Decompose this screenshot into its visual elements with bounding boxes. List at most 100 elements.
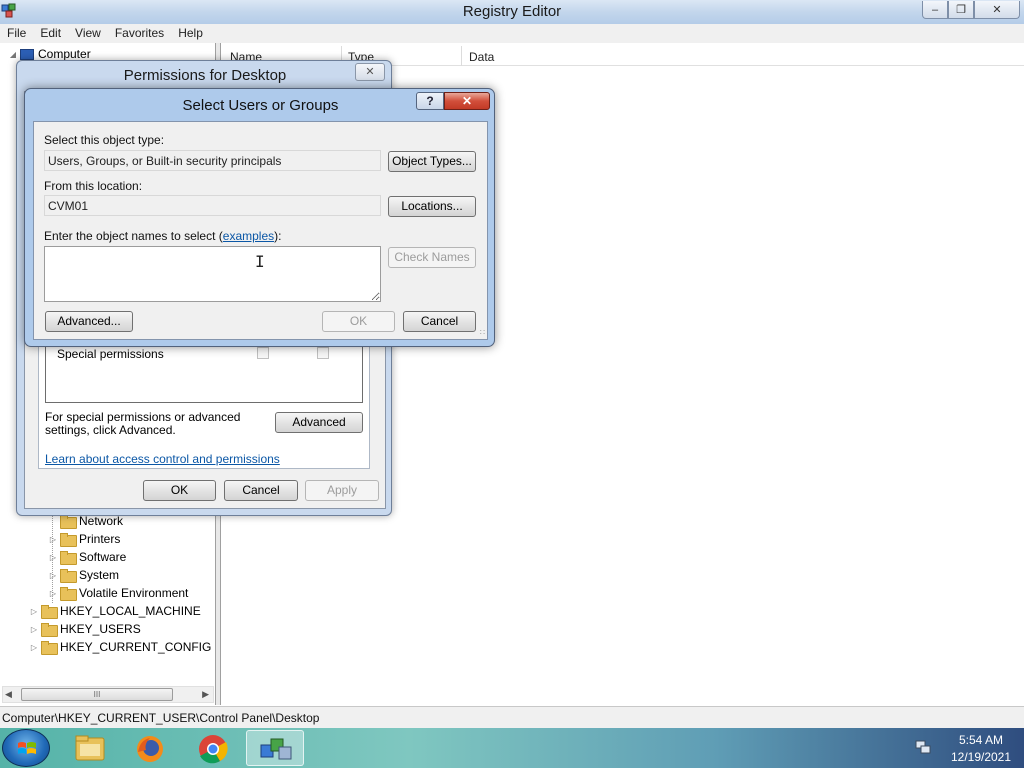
- expand-arrow-icon[interactable]: ▷: [29, 643, 39, 652]
- tree-item-label: HKEY_CURRENT_CONFIG: [60, 640, 212, 654]
- menu-favorites[interactable]: Favorites: [108, 24, 171, 43]
- learn-access-control-link[interactable]: Learn about access control and permissio…: [45, 452, 280, 466]
- collapse-arrow-icon[interactable]: ◢: [8, 50, 18, 59]
- folder-icon: [60, 515, 77, 529]
- taskbar-file-explorer[interactable]: [60, 730, 118, 766]
- taskbar-registry-editor[interactable]: [246, 730, 304, 766]
- close-button[interactable]: ✕: [974, 1, 1020, 19]
- resize-grip-icon[interactable]: ∷: [480, 328, 485, 337]
- expand-arrow-icon[interactable]: ▷: [48, 571, 58, 580]
- status-bar: Computer\HKEY_CURRENT_USER\Control Panel…: [0, 706, 1024, 728]
- clock-time[interactable]: 5:54 AM: [945, 733, 1017, 747]
- expand-arrow-icon[interactable]: ▷: [48, 553, 58, 562]
- text-cursor-icon: I: [255, 252, 265, 271]
- status-path: Computer\HKEY_CURRENT_USER\Control Panel…: [2, 711, 320, 725]
- folder-icon: [60, 551, 77, 565]
- expand-arrow-icon[interactable]: ▷: [29, 625, 39, 634]
- restore-icon: ❐: [956, 4, 966, 16]
- tree-item-label: System: [79, 568, 120, 582]
- object-names-input[interactable]: [44, 246, 381, 302]
- folder-icon: [60, 569, 77, 583]
- expand-arrow-icon[interactable]: ▷: [48, 535, 58, 544]
- select-dialog-body: Select this object type: Users, Groups, …: [33, 121, 488, 340]
- close-icon: ✕: [365, 66, 375, 78]
- minimize-button[interactable]: –: [922, 1, 948, 19]
- scroll-left-icon[interactable]: ◀: [5, 689, 12, 700]
- file-explorer-icon: [75, 735, 105, 761]
- permissions-cancel-button[interactable]: Cancel: [224, 480, 298, 501]
- location-label: From this location:: [44, 179, 143, 193]
- special-permissions-label: Special permissions: [57, 347, 164, 361]
- tree-item-software[interactable]: ▷ Software: [48, 548, 126, 566]
- tree-item-label: Network: [79, 514, 124, 528]
- permissions-ok-button[interactable]: OK: [143, 480, 216, 501]
- select-ok-button[interactable]: OK: [322, 311, 395, 332]
- tree-item-printers[interactable]: ▷ Printers: [48, 530, 120, 548]
- permissions-apply-button[interactable]: Apply: [305, 480, 379, 501]
- tree-item-label: HKEY_USERS: [60, 622, 141, 636]
- tree-item-system[interactable]: ▷ System: [48, 566, 119, 584]
- help-button[interactable]: ?: [416, 92, 444, 110]
- check-names-button[interactable]: Check Names: [388, 247, 476, 268]
- object-names-label: Enter the object names to select (exampl…: [44, 229, 282, 243]
- tree-item-label: HKEY_LOCAL_MACHINE: [60, 604, 201, 618]
- tree-item-volatile-environment[interactable]: ▷ Volatile Environment: [48, 584, 188, 602]
- taskbar: 5:54 AM 12/19/2021: [0, 728, 1024, 768]
- firefox-icon: [137, 736, 163, 762]
- select-users-dialog: Select Users or Groups ? ✕ Select this o…: [24, 88, 495, 347]
- advanced-note: For special permissions or advanced sett…: [45, 410, 241, 437]
- scrollbar-thumb[interactable]: III: [21, 688, 173, 701]
- menu-help[interactable]: Help: [171, 24, 210, 43]
- locations-button[interactable]: Locations...: [388, 196, 476, 217]
- chrome-icon: [199, 735, 228, 764]
- menu-edit[interactable]: Edit: [33, 24, 68, 43]
- start-button[interactable]: [2, 729, 50, 767]
- expand-arrow-icon[interactable]: ▷: [48, 589, 58, 598]
- menu-bar: File Edit View Favorites Help: [0, 24, 1024, 43]
- network-icon[interactable]: [915, 740, 931, 754]
- folder-icon: [60, 533, 77, 547]
- menu-file[interactable]: File: [0, 24, 33, 43]
- close-icon: ✕: [461, 94, 473, 108]
- tree-item-label: Volatile Environment: [79, 586, 189, 600]
- tree-item-hkey-local-machine[interactable]: ▷ HKEY_LOCAL_MACHINE: [29, 602, 201, 620]
- help-icon: ?: [426, 94, 434, 108]
- taskbar-chrome[interactable]: [184, 730, 242, 766]
- folder-icon: [41, 623, 58, 637]
- tree-item-hkey-users[interactable]: ▷ HKEY_USERS: [29, 620, 141, 638]
- expand-arrow-icon[interactable]: ▷: [29, 607, 39, 616]
- registry-editor-icon: [260, 738, 292, 760]
- scroll-right-icon[interactable]: ▶: [202, 689, 209, 700]
- menu-view[interactable]: View: [68, 24, 108, 43]
- window-title: Registry Editor: [462, 3, 562, 20]
- examples-link[interactable]: examples: [223, 229, 274, 243]
- folder-icon: [60, 587, 77, 601]
- object-type-label: Select this object type:: [44, 133, 165, 147]
- tree-item-label: Printers: [79, 532, 121, 546]
- column-header-data[interactable]: Data: [469, 50, 494, 64]
- select-close-button[interactable]: ✕: [444, 92, 490, 110]
- select-cancel-button[interactable]: Cancel: [403, 311, 476, 332]
- object-types-button[interactable]: Object Types...: [388, 151, 476, 172]
- tree-horizontal-scrollbar[interactable]: ◀ III ▶: [2, 686, 214, 703]
- restore-button[interactable]: ❐: [948, 1, 974, 19]
- location-field: CVM01: [44, 195, 381, 216]
- tree-item-label: Computer: [38, 47, 91, 61]
- select-advanced-button[interactable]: Advanced...: [45, 311, 133, 332]
- close-icon: ✕: [992, 4, 1002, 16]
- system-tray: 5:54 AM 12/19/2021: [905, 728, 1024, 768]
- clock-date[interactable]: 12/19/2021: [941, 750, 1021, 764]
- permissions-close-button[interactable]: ✕: [355, 63, 385, 81]
- dialog-title: Permissions for Desktop: [123, 67, 287, 84]
- taskbar-firefox[interactable]: [120, 730, 178, 766]
- folder-icon: [41, 605, 58, 619]
- permissions-advanced-button[interactable]: Advanced: [275, 412, 363, 433]
- computer-icon: [20, 48, 34, 60]
- minimize-icon: –: [931, 3, 939, 16]
- column-divider[interactable]: [461, 46, 462, 66]
- tree-item-label: Software: [79, 550, 127, 564]
- tree-item-hkey-current-config[interactable]: ▷ HKEY_CURRENT_CONFIG: [29, 638, 211, 656]
- windows-logo-icon: [18, 742, 36, 754]
- title-bar[interactable]: Registry Editor – ❐ ✕: [0, 0, 1024, 24]
- allow-checkbox: [257, 347, 269, 359]
